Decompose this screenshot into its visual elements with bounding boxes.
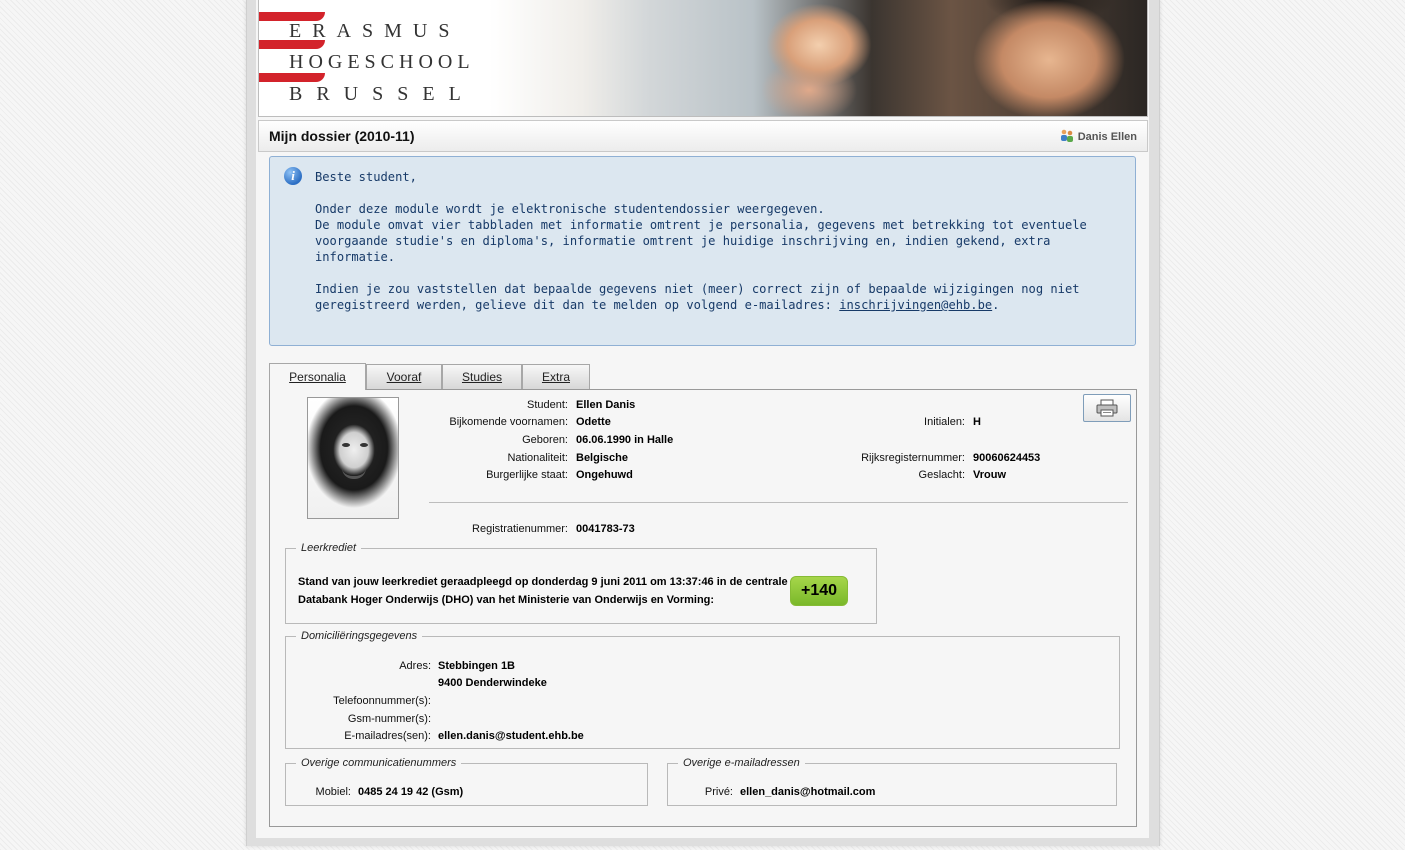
tab-studies[interactable]: Studies <box>442 364 522 389</box>
banner-photo <box>489 0 1147 116</box>
rijksregister-label: Rijksregisternummer: <box>861 452 965 464</box>
geslacht-label: Geslacht: <box>918 469 965 481</box>
info-message-text: Beste student, Onder deze module wordt j… <box>315 169 1120 313</box>
info-paragraph-1: Onder deze module wordt je elektronische… <box>315 202 825 216</box>
initialen-label: Initialen: <box>924 416 965 428</box>
users-icon <box>1060 129 1074 145</box>
info-paragraph-2: De module omvat vier tabbladen met infor… <box>315 218 1087 264</box>
logo-text-hogeschool: HOGESCHOOL <box>289 51 475 73</box>
tab-personalia[interactable]: Personalia <box>269 363 366 390</box>
student-label: Student: <box>527 399 568 411</box>
communicatie-section: Overige communicatienummers Mobiel: 0485… <box>285 757 648 806</box>
burgerlijke-staat-value: Ongehuwd <box>576 469 633 481</box>
info-paragraph-3-end: . <box>992 298 1000 312</box>
divider <box>429 502 1128 503</box>
personalia-panel: Student: Ellen Danis Bijkomende voorname… <box>269 389 1137 827</box>
adres-line-1: Stebbingen 1B <box>438 660 516 672</box>
leerkrediet-text: Stand van jouw leerkrediet geraadpleegd … <box>298 576 788 606</box>
title-bar: Mijn dossier (2010-11) Danis Ellen <box>258 120 1148 152</box>
content-area: ERASMUS HOGESCHOOL BRUSSEL Mijn dossier … <box>256 0 1149 838</box>
logo-text-brussel: BRUSSEL <box>289 83 475 105</box>
printer-icon <box>1096 399 1118 420</box>
user-name: Danis Ellen <box>1077 131 1137 143</box>
email-label: E-mailadres(sen): <box>344 730 431 742</box>
adres-line-2: 9400 Denderwindeke <box>438 677 547 689</box>
geboren-value: 06.06.1990 in Halle <box>576 434 674 446</box>
leerkrediet-legend: Leerkrediet <box>301 542 357 554</box>
prive-value: ellen_danis@hotmail.com <box>740 786 876 798</box>
domicilie-section: Domiciliëringsgegevens Adres: Stebbingen… <box>285 630 1120 749</box>
registratienummer-value: 0041783-73 <box>576 523 635 535</box>
domicilie-legend: Domiciliëringsgegevens <box>301 630 418 642</box>
prive-label: Privé: <box>704 786 733 798</box>
rijksregister-value: 90060624453 <box>973 452 1041 464</box>
gsm-label: Gsm-nummer(s): <box>347 713 431 725</box>
info-icon: i <box>284 167 302 185</box>
logo-text-erasmus: ERASMUS <box>289 20 461 42</box>
initialen-value: H <box>973 416 981 428</box>
geslacht-value: Vrouw <box>973 469 1007 481</box>
leerkrediet-section: Leerkrediet Stand van jouw leerkrediet g… <box>285 542 877 624</box>
communicatie-legend: Overige communicatienummers <box>301 757 457 769</box>
geboren-label: Geboren: <box>522 434 568 446</box>
info-paragraph-3: Indien je zou vaststellen dat bepaalde g… <box>315 281 1120 313</box>
email-value: ellen.danis@student.ehb.be <box>438 730 584 742</box>
mobiel-value: 0485 24 19 42 (Gsm) <box>358 786 464 798</box>
burgerlijke-staat-label: Burgerlijke staat: <box>486 469 568 481</box>
tab-label: Vooraf <box>386 370 422 384</box>
tab-label: Studies <box>461 370 503 384</box>
header-banner: ERASMUS HOGESCHOOL BRUSSEL <box>258 0 1148 117</box>
tab-vooraf[interactable]: Vooraf <box>366 364 442 389</box>
page-frame: ERASMUS HOGESCHOOL BRUSSEL Mijn dossier … <box>246 0 1160 846</box>
tab-label: Personalia <box>289 370 346 384</box>
tab-label: Extra <box>541 370 570 384</box>
page-title: Mijn dossier (2010-11) <box>269 128 415 144</box>
user-indicator[interactable]: Danis Ellen <box>1060 129 1137 145</box>
student-value: Ellen Danis <box>576 399 636 411</box>
adres-label: Adres: <box>399 660 431 672</box>
voornamen-label: Bijkomende voornamen: <box>449 416 568 428</box>
student-photo <box>307 397 399 519</box>
info-greeting: Beste student, <box>315 170 417 184</box>
logo-stripe <box>259 73 325 82</box>
nationaliteit-value: Belgische <box>576 452 628 464</box>
info-message-box: i Beste student, Onder deze module wordt… <box>269 156 1136 346</box>
telefoon-label: Telefoonnummer(s): <box>333 695 431 707</box>
mobiel-label: Mobiel: <box>315 786 351 798</box>
registratienummer-label: Registratienummer: <box>472 523 568 535</box>
email-link[interactable]: inschrijvingen@ehb.be <box>839 298 992 312</box>
emailadressen-section: Overige e-mailadressen Privé: ellen_dani… <box>667 757 1117 806</box>
leerkrediet-badge: +140 <box>790 576 848 606</box>
nationaliteit-label: Nationaliteit: <box>507 452 568 464</box>
print-button[interactable] <box>1083 394 1131 422</box>
voornamen-value: Odette <box>576 416 611 428</box>
emailadressen-legend: Overige e-mailadressen <box>683 757 800 769</box>
tab-extra[interactable]: Extra <box>522 364 590 389</box>
